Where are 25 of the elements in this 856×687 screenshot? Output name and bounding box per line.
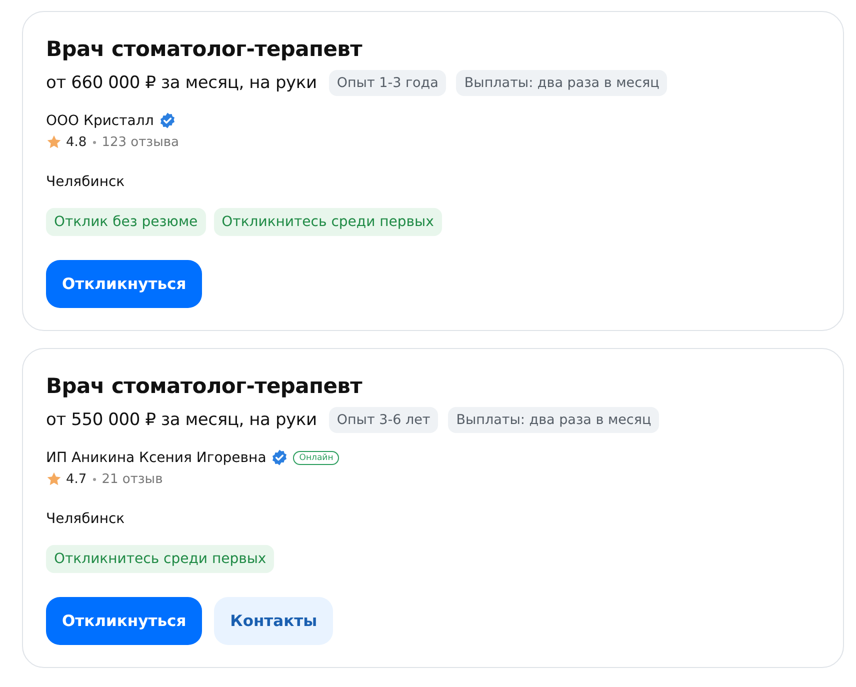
star-icon [46,134,62,150]
rating-value: 4.8 [66,134,87,150]
info-chip: Опыт 3-6 лет [328,407,438,433]
city: Челябинск [46,174,126,190]
city: Челябинск [46,511,126,527]
vacancy-title[interactable]: Врач стоматолог-терапевт [46,374,820,398]
info-chip: Опыт 1-3 года [328,70,446,96]
feature-tag: Откликнитесь среди первых [46,545,274,573]
contacts-button[interactable]: Контакты [214,597,334,645]
reviews-count[interactable]: 123 отзыва [102,134,179,150]
respond-button[interactable]: Откликнуться [46,260,202,308]
company-name[interactable]: ИП Аникина Ксения Игоревна [46,450,266,466]
respond-button[interactable]: Откликнуться [46,597,202,645]
feature-tag: Отклик без резюме [46,208,206,236]
online-badge: Онлайн [293,450,340,464]
info-chip: Выплаты: два раза в месяц [456,70,668,96]
info-chip: Выплаты: два раза в месяц [448,407,660,433]
vacancy-title[interactable]: Врач стоматолог-терапевт [46,37,820,61]
rating-value: 4.7 [66,472,87,486]
feature-tag: Откликнитесь среди первых [214,208,442,236]
star-icon [46,471,62,487]
salary: от 550 000 ₽ за месяц, на руки [46,410,317,430]
reviews-count[interactable]: 21 отзыв [102,472,163,486]
salary: от 660 000 ₽ за месяц, на руки [46,73,317,93]
company-name[interactable]: ООО Кристалл [46,112,154,128]
